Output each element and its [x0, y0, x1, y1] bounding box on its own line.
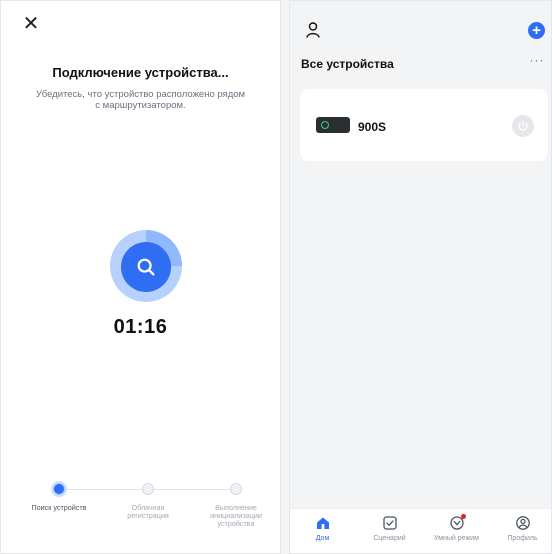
nav-item-smart-mode[interactable]: Умный режим [429, 514, 484, 543]
step-dot-search [53, 483, 65, 495]
user-icon[interactable] [305, 21, 321, 39]
nav-item-profile[interactable]: Профиль [495, 515, 550, 543]
page-subtitle: Убедитесь, что устройство расположено ря… [35, 89, 246, 111]
countdown-timer: 01:16 [113, 316, 168, 338]
device-status-indicator [321, 121, 329, 129]
checkbox-icon [382, 515, 398, 531]
add-device-button[interactable]: + [528, 22, 545, 39]
nav-item-scenes[interactable]: Сценарий [362, 515, 417, 543]
devices-screen: + Все устройства ··· 900S Дом Сценарий У… [289, 0, 552, 554]
home-icon [315, 515, 331, 531]
power-icon[interactable] [512, 115, 534, 137]
notification-badge [460, 514, 466, 519]
step-dot-init [230, 483, 242, 495]
step-label-search: Поиск устройств [31, 503, 87, 512]
smart-mode-icon [449, 514, 466, 531]
step-label-init: Выполнение инициализации устройства [210, 503, 262, 529]
step-dot-cloud [142, 483, 154, 495]
nav-label-home: Дом [315, 535, 330, 542]
step-label-cloud: Облачная регистрация [127, 503, 169, 521]
connecting-screen: ✕ Подключение устройства... Убедитесь, ч… [0, 0, 281, 554]
more-options-icon[interactable]: ··· [527, 53, 547, 67]
section-title: Все устройства [301, 57, 394, 71]
nav-label-scenes: Сценарий [373, 535, 406, 542]
search-icon [121, 242, 171, 292]
device-thumbnail [316, 117, 350, 133]
page-title: Подключение устройства... [52, 65, 229, 80]
nav-label-profile: Профиль [507, 535, 538, 542]
close-icon[interactable]: ✕ [22, 14, 40, 34]
device-name: 900S [358, 120, 387, 134]
profile-icon [515, 515, 531, 531]
bottom-navigation: Дом Сценарий Умный режим Профиль [290, 508, 551, 553]
nav-label-smart-mode: Умный режим [434, 535, 479, 542]
device-card[interactable]: 900S [300, 89, 548, 161]
nav-item-home[interactable]: Дом [295, 515, 350, 543]
